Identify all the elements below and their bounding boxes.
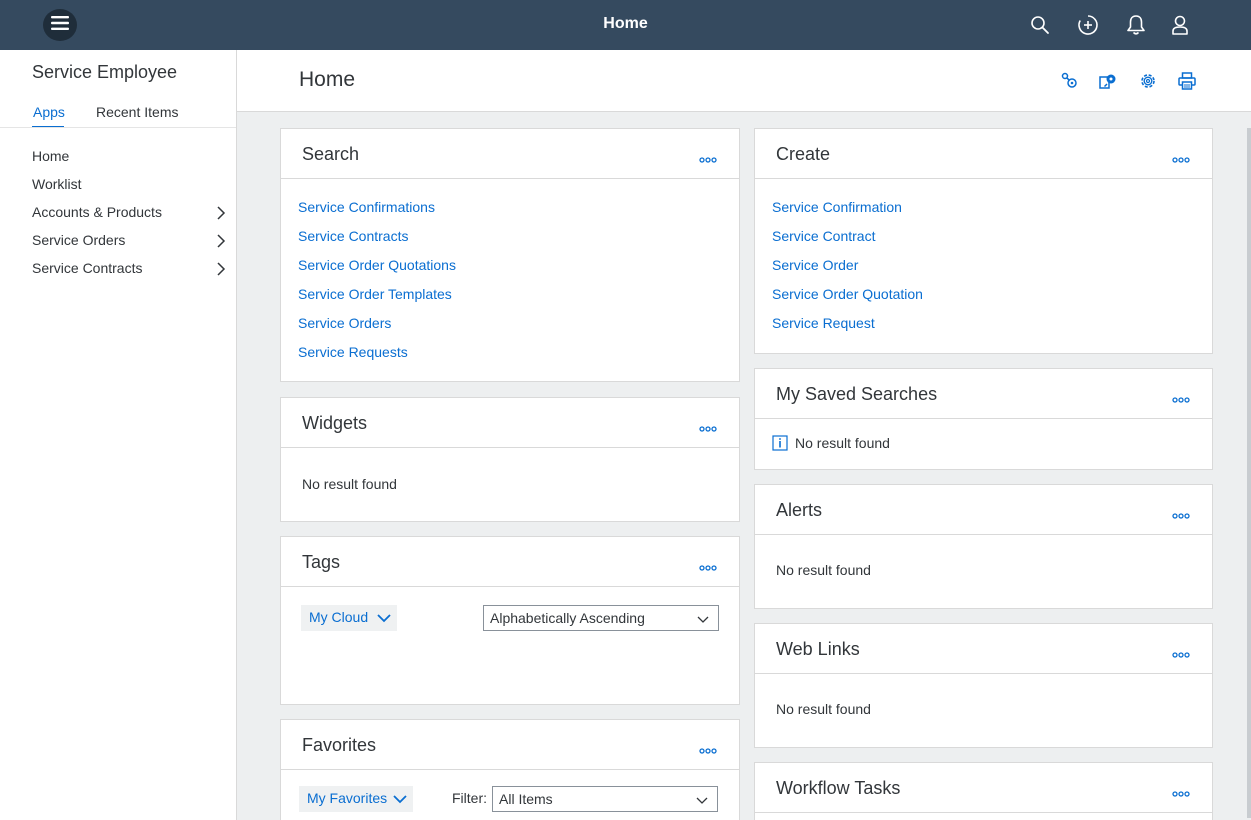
user-icon[interactable] bbox=[1168, 13, 1192, 37]
card-header: Web Links bbox=[755, 624, 1212, 674]
card-title: Favorites bbox=[302, 735, 377, 755]
sidebar-item-service-orders[interactable]: Service Orders bbox=[32, 229, 228, 253]
hamburger-menu-button[interactable] bbox=[43, 9, 77, 41]
content-scrollbar[interactable] bbox=[1247, 128, 1251, 818]
favorites-filter-value: All Items bbox=[499, 791, 553, 807]
chevron-right-icon bbox=[214, 234, 228, 248]
widgets-card: Widgets No result found bbox=[280, 397, 740, 522]
card-header: Create bbox=[755, 129, 1212, 179]
workflow-tasks-card: Workflow Tasks bbox=[754, 762, 1213, 820]
sidebar-item-label: Service Contracts bbox=[32, 260, 143, 276]
shell-title: Home bbox=[603, 15, 648, 32]
more-options-icon[interactable] bbox=[1172, 152, 1190, 163]
chevron-right-icon bbox=[214, 206, 228, 220]
more-options-icon[interactable] bbox=[699, 421, 717, 432]
card-title: Tags bbox=[302, 552, 341, 572]
tag-view-label: My Cloud bbox=[309, 609, 369, 625]
personalize-icon[interactable] bbox=[1098, 71, 1118, 91]
search-link-service-order-templates[interactable]: Service Order Templates bbox=[298, 286, 452, 302]
sidebar-item-accounts-products[interactable]: Accounts & Products bbox=[32, 201, 228, 225]
home-content: Search Service Confirmations Service Con… bbox=[237, 112, 1251, 820]
sidebar-item-service-contracts[interactable]: Service Contracts bbox=[32, 257, 228, 281]
create-card: Create Service Confirmation Service Cont… bbox=[754, 128, 1213, 354]
tab-apps[interactable]: Apps bbox=[33, 104, 65, 120]
page-title: Home bbox=[299, 68, 356, 91]
network-icon[interactable] bbox=[1059, 71, 1079, 91]
alerts-card: Alerts No result found bbox=[754, 484, 1213, 609]
tab-divider bbox=[0, 127, 236, 128]
card-title: Alerts bbox=[776, 500, 823, 520]
search-link-service-confirmations[interactable]: Service Confirmations bbox=[298, 199, 435, 215]
tag-sort-select[interactable]: Alphabetically Ascending bbox=[483, 605, 719, 631]
sidebar-item-label: Service Orders bbox=[32, 232, 126, 248]
search-link-service-order-quotations[interactable]: Service Order Quotations bbox=[298, 257, 456, 273]
card-title: Web Links bbox=[776, 639, 860, 659]
empty-message: No result found bbox=[795, 435, 890, 451]
favorites-filter-select[interactable]: All Items bbox=[492, 786, 718, 812]
search-link-service-requests[interactable]: Service Requests bbox=[298, 344, 408, 360]
info-icon bbox=[772, 435, 788, 451]
sidebar-item-worklist[interactable]: Worklist bbox=[32, 173, 228, 197]
empty-message: No result found bbox=[776, 701, 871, 717]
bell-icon[interactable] bbox=[1124, 13, 1148, 37]
favorites-card: Favorites My Favorites Filter: All Items bbox=[280, 719, 740, 820]
more-options-icon[interactable] bbox=[1172, 647, 1190, 658]
card-title: Search bbox=[302, 144, 360, 164]
search-link-service-orders[interactable]: Service Orders bbox=[298, 315, 391, 331]
card-header: Tags bbox=[281, 537, 739, 587]
more-options-icon[interactable] bbox=[699, 743, 717, 754]
side-navigation: Service Employee Apps Recent Items Home … bbox=[0, 50, 237, 820]
favorites-view-button[interactable]: My Favorites bbox=[299, 786, 413, 812]
sidebar-item-label: Accounts & Products bbox=[32, 204, 162, 220]
print-icon[interactable] bbox=[1177, 71, 1197, 91]
create-link-service-confirmation[interactable]: Service Confirmation bbox=[772, 199, 902, 215]
search-icon[interactable] bbox=[1028, 13, 1052, 37]
favorites-view-label: My Favorites bbox=[307, 790, 388, 806]
filter-label: Filter: bbox=[452, 790, 487, 806]
tag-sort-value: Alphabetically Ascending bbox=[490, 610, 645, 626]
saved-searches-card: My Saved Searches No result found bbox=[754, 368, 1213, 470]
create-link-service-order-quotation[interactable]: Service Order Quotation bbox=[772, 286, 923, 302]
create-link-service-request[interactable]: Service Request bbox=[772, 315, 875, 331]
card-title: Create bbox=[776, 144, 831, 164]
more-options-icon[interactable] bbox=[699, 560, 717, 571]
app-title: Service Employee bbox=[32, 62, 178, 82]
chevron-down-icon bbox=[377, 611, 391, 625]
search-card: Search Service Confirmations Service Con… bbox=[280, 128, 740, 382]
shell-bar: Home bbox=[0, 0, 1251, 50]
more-options-icon[interactable] bbox=[1172, 392, 1190, 403]
card-header: Alerts bbox=[755, 485, 1212, 535]
sidebar-item-home[interactable]: Home bbox=[32, 145, 228, 169]
card-header: Favorites bbox=[281, 720, 739, 770]
empty-message: No result found bbox=[302, 476, 397, 492]
card-header: Workflow Tasks bbox=[755, 763, 1212, 813]
add-circle-icon[interactable] bbox=[1076, 13, 1100, 37]
chevron-down-icon bbox=[695, 793, 709, 807]
sidebar-item-label: Worklist bbox=[32, 176, 82, 192]
create-link-service-order[interactable]: Service Order bbox=[772, 257, 858, 273]
hamburger-icon bbox=[51, 15, 69, 35]
card-header: Search bbox=[281, 129, 739, 179]
chevron-down-icon bbox=[393, 792, 407, 806]
empty-message: No result found bbox=[776, 562, 871, 578]
more-options-icon[interactable] bbox=[1172, 786, 1190, 797]
card-title: Widgets bbox=[302, 413, 368, 433]
chevron-right-icon bbox=[214, 262, 228, 276]
card-title: Workflow Tasks bbox=[776, 778, 901, 798]
settings-icon[interactable] bbox=[1138, 71, 1158, 91]
create-link-service-contract[interactable]: Service Contract bbox=[772, 228, 875, 244]
card-header: My Saved Searches bbox=[755, 369, 1212, 419]
more-options-icon[interactable] bbox=[1172, 508, 1190, 519]
chevron-down-icon bbox=[696, 612, 710, 626]
web-links-card: Web Links No result found bbox=[754, 623, 1213, 748]
tab-recent-items[interactable]: Recent Items bbox=[96, 104, 178, 120]
search-link-service-contracts[interactable]: Service Contracts bbox=[298, 228, 408, 244]
more-options-icon[interactable] bbox=[699, 152, 717, 163]
card-header: Widgets bbox=[281, 398, 739, 448]
sidebar-item-label: Home bbox=[32, 148, 70, 164]
card-title: My Saved Searches bbox=[776, 384, 938, 404]
page-header: Home bbox=[237, 50, 1251, 112]
tag-view-button[interactable]: My Cloud bbox=[301, 605, 397, 631]
tags-card: Tags My Cloud Alphabetically Ascending bbox=[280, 536, 740, 705]
